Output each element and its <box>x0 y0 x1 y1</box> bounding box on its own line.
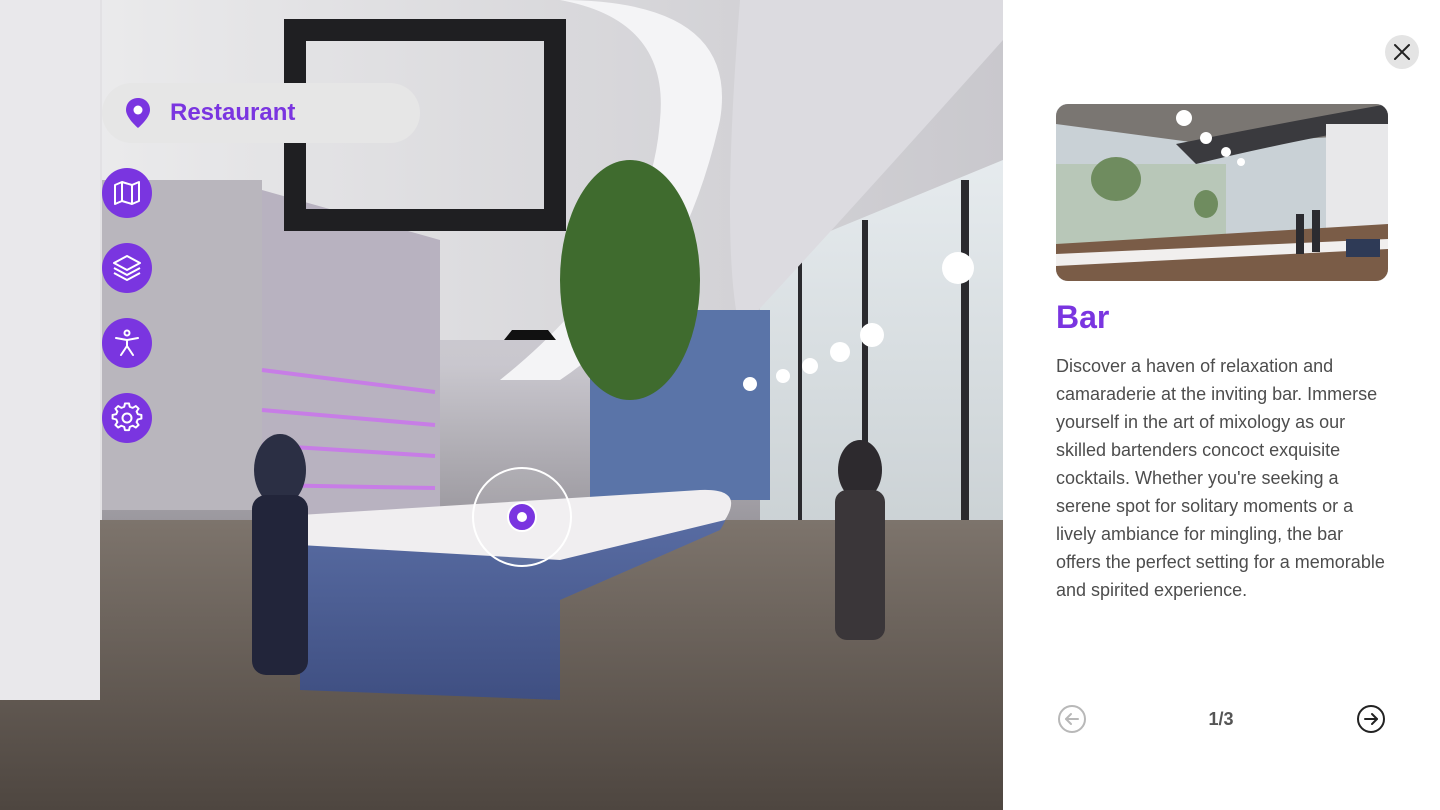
location-selector[interactable]: Restaurant <box>102 83 420 143</box>
info-panel: Bar Discover a haven of relaxation and c… <box>1003 0 1440 810</box>
panorama-viewer[interactable]: Restaurant <box>0 0 1003 810</box>
pagination-counter: 1/3 <box>1208 709 1234 729</box>
accessibility-button[interactable] <box>102 318 152 368</box>
accessibility-icon <box>115 329 139 356</box>
gear-icon <box>111 402 143 432</box>
next-button[interactable] <box>1356 704 1386 734</box>
map-icon <box>114 181 140 205</box>
settings-button[interactable] <box>102 393 152 443</box>
arrow-left-circle-icon <box>1058 705 1086 733</box>
hotspot-marker <box>507 502 537 532</box>
arrow-right-circle-icon <box>1357 705 1385 733</box>
bar-hotspot[interactable] <box>472 467 572 567</box>
map-pin-icon <box>126 98 150 128</box>
poi-title: Bar <box>1056 299 1110 335</box>
layers-icon <box>113 255 141 281</box>
close-icon <box>1394 44 1410 60</box>
poi-description: Discover a haven of relaxation and camar… <box>1056 356 1385 600</box>
location-label: Restaurant <box>170 99 296 126</box>
bar-preview-image <box>1056 104 1388 281</box>
close-button[interactable] <box>1385 35 1419 69</box>
map-button[interactable] <box>102 168 152 218</box>
previous-button[interactable] <box>1057 704 1087 734</box>
hotspot-dot <box>517 512 527 522</box>
layers-button[interactable] <box>102 243 152 293</box>
